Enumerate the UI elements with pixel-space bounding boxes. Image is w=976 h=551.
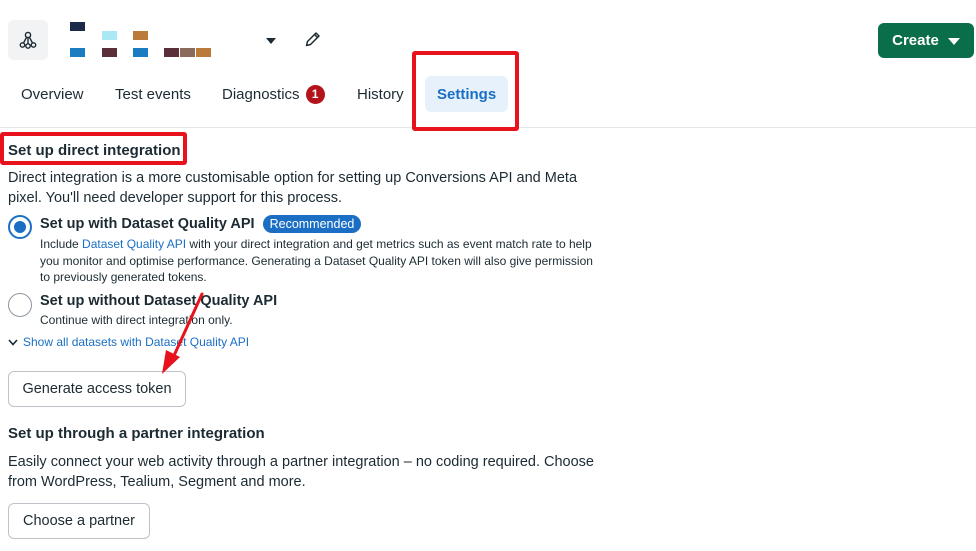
- dataset-icon: [8, 20, 48, 60]
- swatch: [70, 48, 85, 57]
- tab-history[interactable]: History: [357, 76, 404, 112]
- swatch: [133, 48, 148, 57]
- tab-label: Diagnostics: [222, 85, 300, 103]
- dataset-dropdown-icon[interactable]: [262, 32, 280, 50]
- tab-diagnostics[interactable]: Diagnostics 1: [222, 76, 325, 112]
- recommended-badge: Recommended: [262, 215, 362, 233]
- tab-label: History: [357, 85, 404, 103]
- generate-access-token-button[interactable]: Generate access token: [8, 371, 186, 407]
- tab-label: Overview: [21, 85, 84, 103]
- show-all-datasets-link[interactable]: Show all datasets with Dataset Quality A…: [8, 335, 249, 349]
- swatch: [70, 22, 85, 31]
- create-button[interactable]: Create: [878, 23, 974, 58]
- desc-text: Include: [40, 237, 83, 251]
- button-label: Generate access token: [22, 381, 172, 397]
- swatch: [102, 31, 117, 40]
- option-with-quality-api[interactable]: Set up with Dataset Quality API Recommen…: [8, 215, 600, 286]
- choose-partner-button[interactable]: Choose a partner: [8, 503, 150, 539]
- tab-test-events[interactable]: Test events: [115, 76, 191, 112]
- option-description: Include Dataset Quality API with your di…: [40, 236, 600, 286]
- option-without-quality-api[interactable]: Set up without Dataset Quality API Conti…: [8, 293, 600, 329]
- dataset-name-redacted: [70, 22, 220, 60]
- partner-description: Easily connect your web activity through…: [8, 454, 594, 490]
- option-description: Continue with direct integration only.: [40, 313, 233, 327]
- direct-description: Direct integration is a more customisabl…: [8, 170, 578, 206]
- swatch: [180, 48, 195, 57]
- swatch: [133, 31, 148, 40]
- swatch: [102, 48, 117, 57]
- swatch: [196, 48, 211, 57]
- tab-overview[interactable]: Overview: [21, 76, 84, 112]
- option-title-text: Set up with Dataset Quality API: [40, 216, 255, 232]
- pencil-icon[interactable]: [303, 29, 323, 49]
- radio-without-quality-api[interactable]: [8, 293, 32, 317]
- top-bar: Create: [0, 0, 976, 72]
- tab-bar: Overview Test events Diagnostics 1 Histo…: [0, 72, 976, 128]
- swatch: [164, 48, 179, 57]
- section-title-partner: Set up through a partner integration: [8, 425, 265, 442]
- create-button-label: Create: [892, 32, 939, 49]
- chevron-down-icon: [8, 338, 18, 346]
- tab-label: Settings: [437, 85, 497, 103]
- diagnostics-count-badge: 1: [305, 84, 325, 104]
- tab-settings[interactable]: Settings: [425, 76, 509, 112]
- show-all-label: Show all datasets with Dataset Quality A…: [23, 335, 250, 349]
- radio-with-quality-api[interactable]: [8, 215, 32, 239]
- tab-label: Test events: [115, 85, 191, 103]
- option-body: Set up with Dataset Quality API Recommen…: [40, 215, 600, 286]
- option-title-text: Set up without Dataset Quality API: [40, 293, 278, 309]
- section-title-direct: Set up direct integration: [8, 142, 181, 159]
- caret-down-icon: [947, 38, 960, 45]
- option-body: Set up without Dataset Quality API Conti…: [40, 293, 600, 329]
- option-title: Set up with Dataset Quality API Recommen…: [40, 215, 600, 233]
- button-label: Choose a partner: [22, 513, 136, 529]
- dataset-quality-api-link[interactable]: Dataset Quality API: [82, 237, 186, 251]
